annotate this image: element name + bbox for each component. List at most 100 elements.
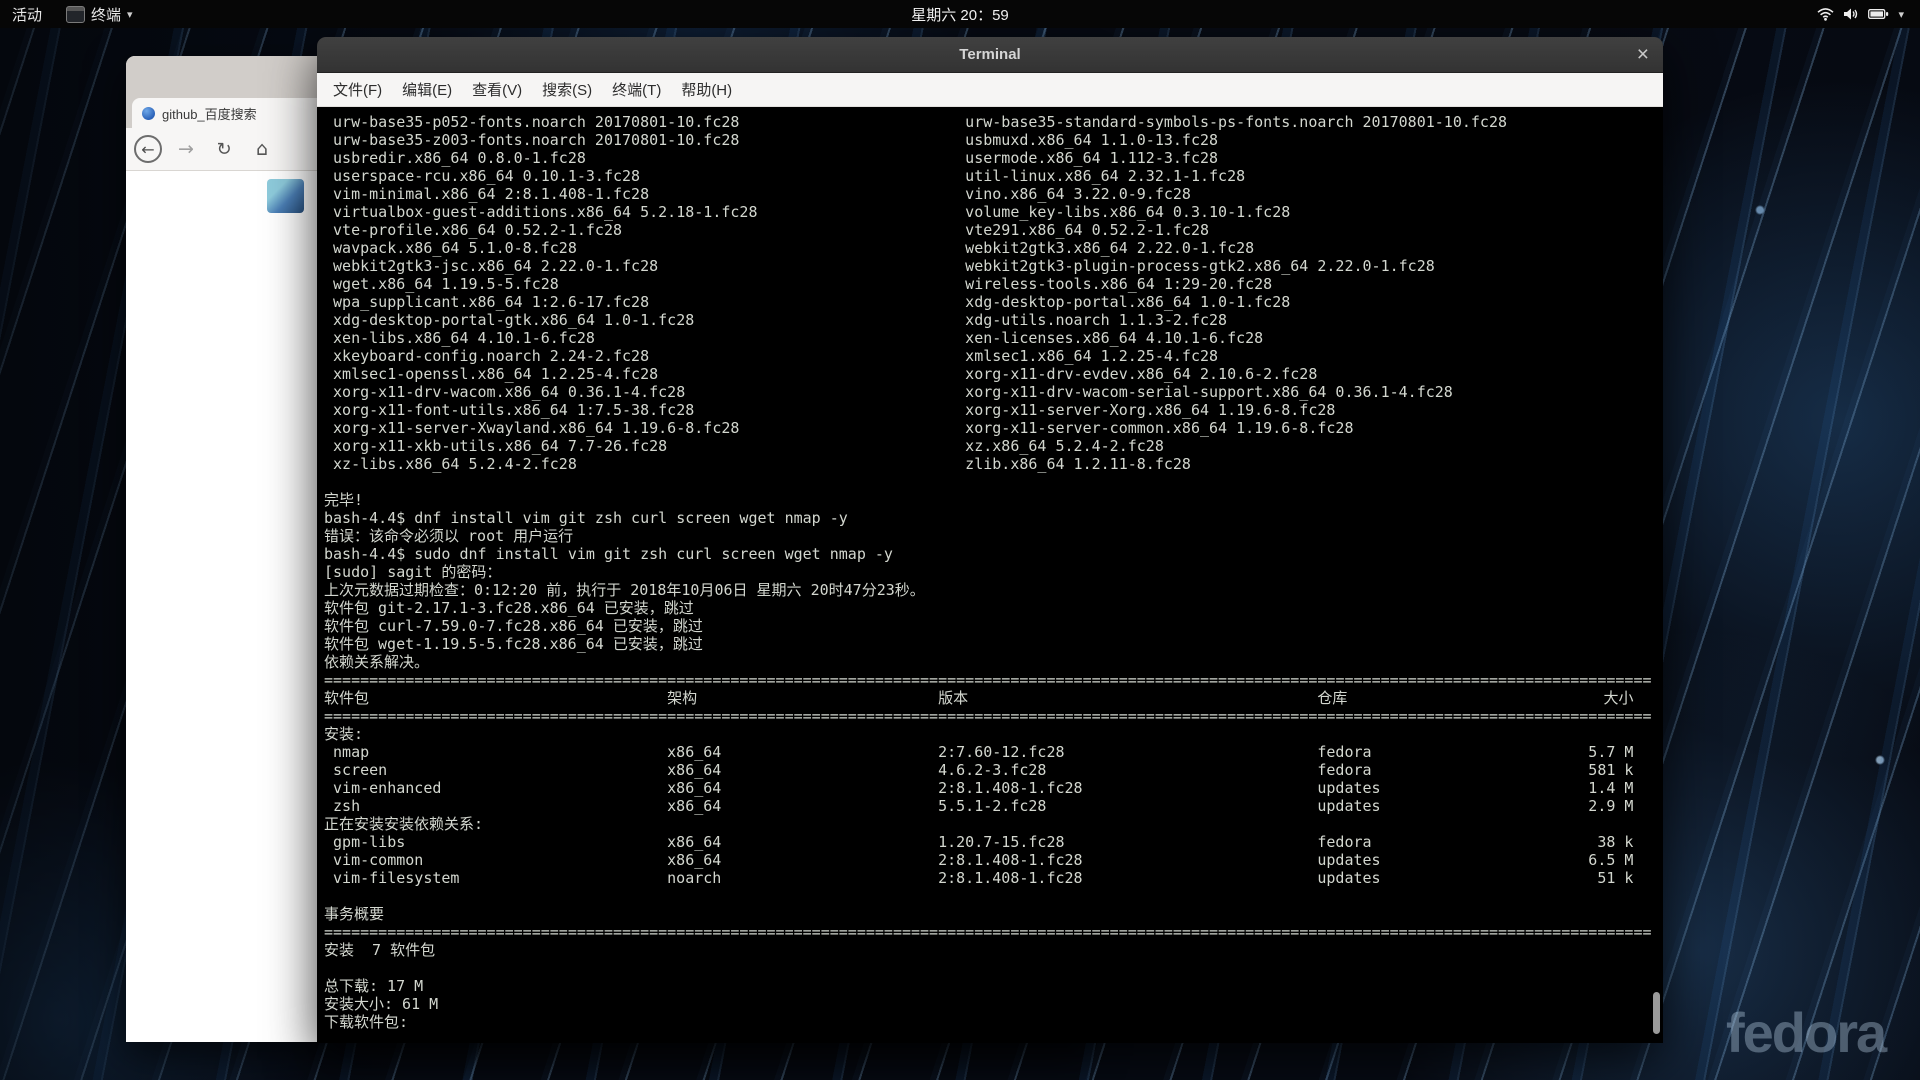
home-button[interactable]: ⌂ [248,135,276,163]
focused-app-menu[interactable]: 终端 ▾ [54,0,145,28]
chevron-down-icon: ▾ [1898,8,1904,21]
table-cell: nmap [333,743,369,761]
package-line: webkit2gtk3-jsc.x86_64 2.22.0-1.fc28webk… [324,257,1663,275]
package-line: wpa_supplicant.x86_64 1:2.6-17.fc28xdg-d… [324,293,1663,311]
terminal-line: 软件包 git-2.17.1-3.fc28.x86_64 已安装，跳过 [324,599,1663,617]
back-button[interactable]: ← [134,135,162,163]
menu-item-file[interactable]: 文件(F) [323,74,392,105]
menu-item-edit[interactable]: 编辑(E) [392,74,462,105]
package-line: userspace-rcu.x86_64 0.10.1-3.fc28util-l… [324,167,1663,185]
terminal-line: bash-4.4$ dnf install vim git zsh curl s… [324,509,1663,527]
package-line: wavpack.x86_64 5.1.0-8.fc28webkit2gtk3.x… [324,239,1663,257]
table-cell: 38 k [1453,833,1634,851]
table-cell: 5.7 M [1453,743,1634,761]
table-row: nmapx86_642:7.60-12.fc28fedora5.7 M [324,743,1663,761]
terminal-line: 上次元数据过期检查：0:12:20 前，执行于 2018年10月06日 星期六 … [324,581,1663,599]
package-line: xmlsec1-openssl.x86_64 1.2.25-4.fc28xorg… [324,365,1663,383]
battery-icon [1868,8,1889,20]
menu-item-help[interactable]: 帮助(H) [671,74,742,105]
table-cell: updates [1317,869,1380,887]
package-line: usbredir.x86_64 0.8.0-1.fc28usermode.x86… [324,149,1663,167]
table-cell: x86_64 [667,761,721,779]
table-cell: 1.20.7-15.fc28 [938,833,1064,851]
terminal-line [324,959,1663,977]
table-cell: 2:8.1.408-1.fc28 [938,869,1083,887]
terminal-line: 安装 7 软件包 [324,941,1663,959]
table-cell: noarch [667,869,721,887]
table-cell: 2:7.60-12.fc28 [938,743,1064,761]
clock[interactable]: 星期六 20：59 [911,0,1009,28]
package-line: vte-profile.x86_64 0.52.2-1.fc28vte291.x… [324,221,1663,239]
tab-title: github_百度搜索 [162,104,257,123]
package-line: xkeyboard-config.noarch 2.24-2.fc28xmlse… [324,347,1663,365]
terminal-output[interactable]: urw-base35-p052-fonts.noarch 20170801-10… [317,107,1663,1043]
terminal-window: Terminal × 文件(F)编辑(E)查看(V)搜索(S)终端(T)帮助(H… [317,37,1663,1043]
terminal-line: 软件包 wget-1.19.5-5.fc28.x86_64 已安装，跳过 [324,635,1663,653]
menu-item-search[interactable]: 搜索(S) [532,74,602,105]
table-cell: updates [1317,779,1380,797]
activities-button[interactable]: 活动 [0,0,54,28]
table-cell: gpm-libs [333,833,405,851]
terminal-line: 事务概要 [324,905,1663,923]
table-cell: screen [333,761,387,779]
forward-button[interactable]: → [172,135,200,163]
table-cell: x86_64 [667,743,721,761]
package-line: virtualbox-guest-additions.x86_64 5.2.18… [324,203,1663,221]
volume-icon [1843,7,1859,21]
table-header-cell: 架构 [667,689,697,707]
table-cell: x86_64 [667,851,721,869]
browser-tab[interactable]: github_百度搜索 [132,98,336,128]
package-line: xen-libs.x86_64 4.10.1-6.fc28xen-license… [324,329,1663,347]
table-cell: vim-enhanced [333,779,441,797]
terminal-line [324,473,1663,491]
terminal-line: 安装: [324,725,1663,743]
terminal-line: 正在安装安装依赖关系: [324,815,1663,833]
result-thumbnail[interactable] [267,179,304,213]
table-cell: fedora [1317,833,1371,851]
package-line: xorg-x11-drv-wacom.x86_64 0.36.1-4.fc28x… [324,383,1663,401]
package-line: xorg-x11-server-Xwayland.x86_64 1.19.6-8… [324,419,1663,437]
terminal-app-icon [66,6,85,23]
table-header-cell: 版本 [938,689,968,707]
table-cell: 2.9 M [1453,797,1634,815]
close-icon[interactable]: × [1637,37,1649,72]
table-cell: 1.4 M [1453,779,1634,797]
table-header-cell: 仓库 [1317,689,1347,707]
terminal-line: bash-4.4$ sudo dnf install vim git zsh c… [324,545,1663,563]
table-cell: 4.6.2-3.fc28 [938,761,1046,779]
table-cell: 2:8.1.408-1.fc28 [938,779,1083,797]
terminal-title: Terminal [959,46,1020,63]
tab-favicon-icon [142,107,155,120]
terminal-line: 依赖关系解决。 [324,653,1663,671]
scrollbar-thumb[interactable] [1653,992,1660,1034]
table-cell: x86_64 [667,797,721,815]
table-cell: zsh [333,797,360,815]
wifi-icon [1817,7,1834,21]
table-cell: vim-filesystem [333,869,459,887]
package-line: urw-base35-z003-fonts.noarch 20170801-10… [324,131,1663,149]
system-status-area[interactable]: ▾ [1807,0,1914,28]
table-cell: updates [1317,797,1380,815]
menu-item-terminal[interactable]: 终端(T) [602,74,671,105]
top-bar: 活动 终端 ▾ 星期六 20：59 ▾ [0,0,1920,28]
table-row: vim-filesystem noarch 2:8.1.408-1.fc28 upda… [324,869,1663,887]
table-header-cell: 软件包 [324,689,369,707]
package-line: xz-libs.x86_64 5.2.4-2.fc28zlib.x86_64 1… [324,455,1663,473]
chevron-down-icon: ▾ [127,8,133,21]
table-cell: 5.5.1-2.fc28 [938,797,1046,815]
terminal-titlebar[interactable]: Terminal × [317,37,1663,73]
table-cell: 581 k [1453,761,1634,779]
package-line: xdg-desktop-portal-gtk.x86_64 1.0-1.fc28… [324,311,1663,329]
table-header-row: 软件包架构版本仓库大小 [324,689,1663,707]
separator-line: ========================================… [324,671,1663,689]
table-cell: vim-common [333,851,423,869]
table-row: vim-enhancedx86_642:8.1.408-1.fc28update… [324,779,1663,797]
terminal-line: [sudo] sagit 的密码： [324,563,1663,581]
package-line: urw-base35-p052-fonts.noarch 20170801-10… [324,113,1663,131]
table-row: zsh x86_64 5.5.1-2.fc28 updates 2.9 M [324,797,1663,815]
menu-item-view[interactable]: 查看(V) [462,74,532,105]
reload-button[interactable]: ↻ [210,135,238,163]
package-line: xorg-x11-xkb-utils.x86_64 7.7-26.fc28xz.… [324,437,1663,455]
table-cell: x86_64 [667,833,721,851]
terminal-line: 完毕! [324,491,1663,509]
